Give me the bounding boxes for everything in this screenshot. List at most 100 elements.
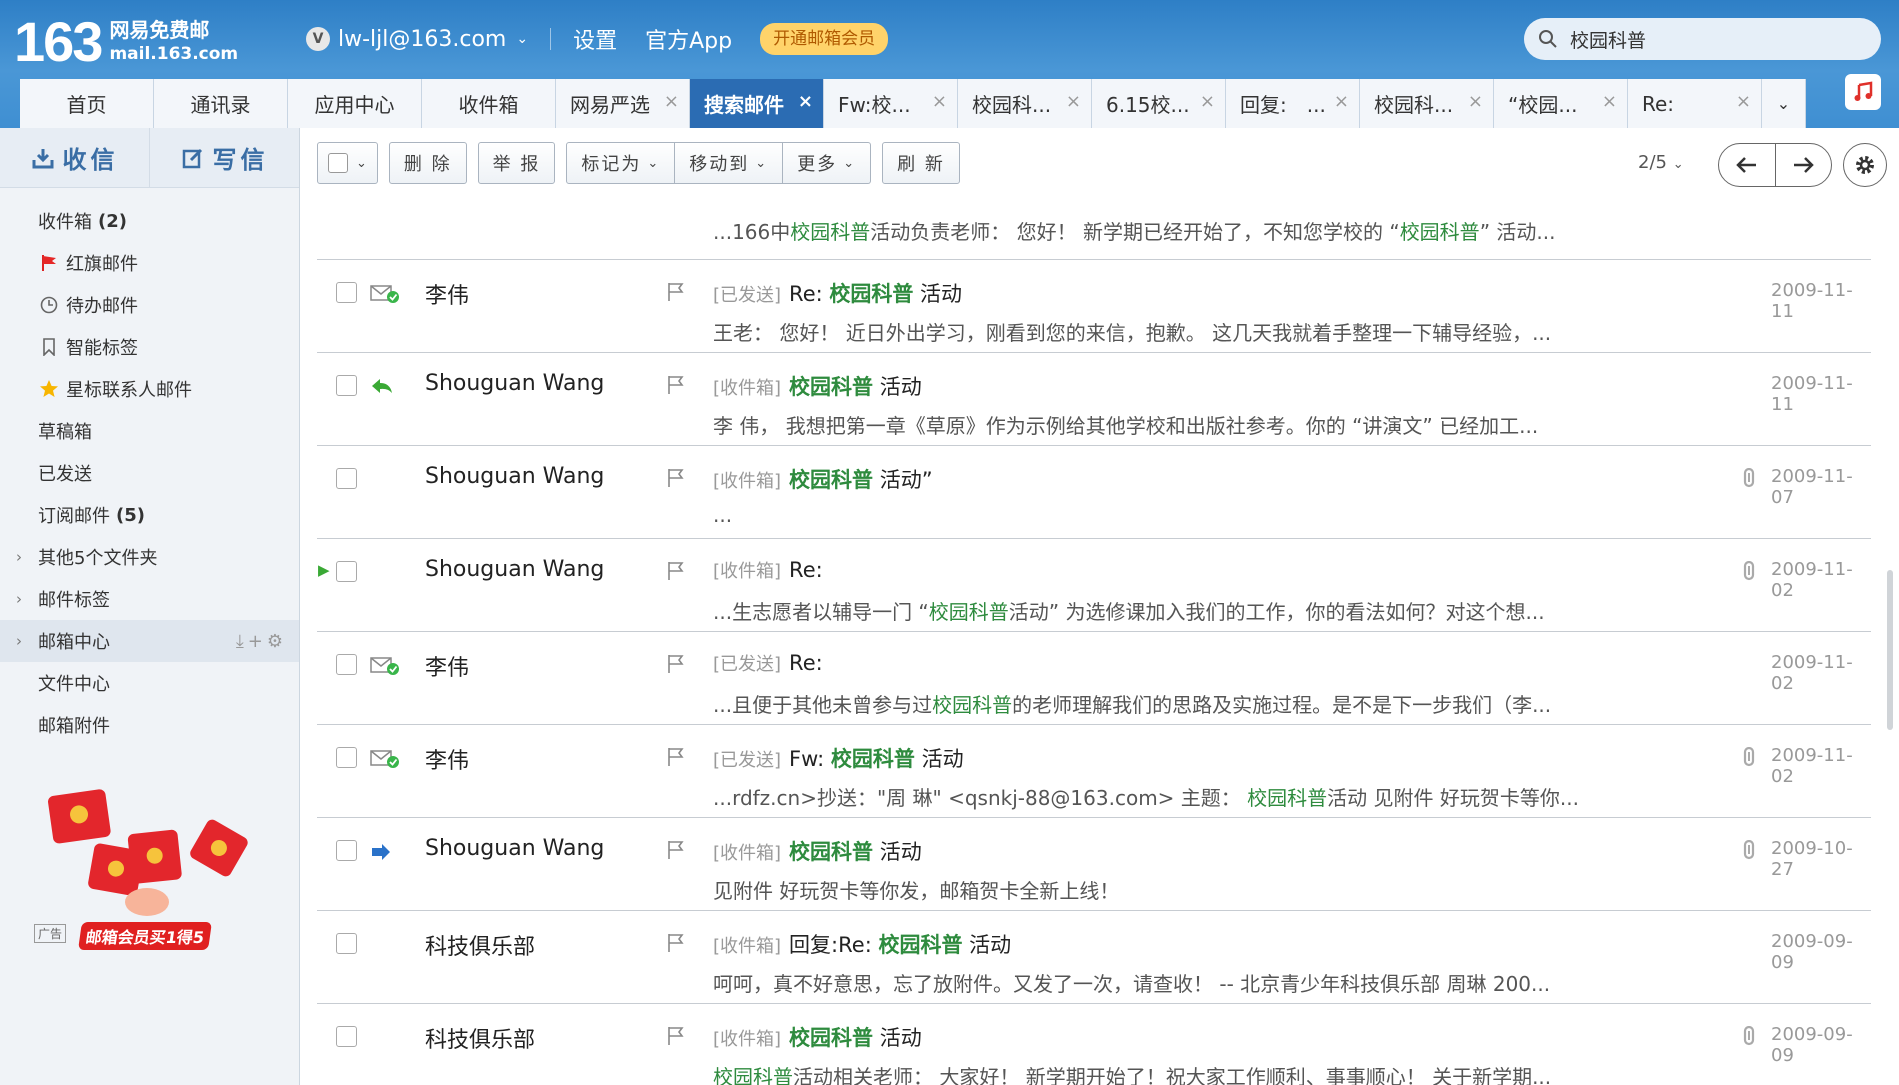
chevron-right-icon[interactable]: › <box>16 548 22 566</box>
tab-1[interactable]: 通讯录 <box>154 79 288 128</box>
tab-10[interactable]: 校园科... × <box>1360 79 1494 128</box>
close-icon[interactable]: × <box>1602 91 1617 112</box>
tab-0[interactable]: 首页 <box>20 79 154 128</box>
ad-banner[interactable] <box>32 784 262 934</box>
move-to-dropdown[interactable]: 移动到 ⌄ <box>675 142 784 184</box>
tab-9[interactable]: 回复: ... × <box>1226 79 1360 128</box>
email-row[interactable]: Shouguan Wang [收件箱] 校园科普 活动李 伟， 我想把第一章《草原》… <box>317 353 1871 446</box>
email-row[interactable]: Shouguan Wang [收件箱] 校园科普 活动 见附件 好玩贺卡等你发，邮箱贺… <box>317 818 1871 911</box>
prev-page-button[interactable] <box>1719 144 1775 186</box>
email-row[interactable]: 李伟 [已发送] Re: ...且便于其他未曾参与过校园科普的老师理解我们的思路及实施… <box>317 632 1871 725</box>
close-icon[interactable]: × <box>1334 91 1349 112</box>
close-icon[interactable]: × <box>932 91 947 112</box>
email-row[interactable]: Shouguan Wang [收件箱] 校园科普 活动”... 2009-11-07 <box>317 446 1871 539</box>
sidebar-folder-3[interactable]: 智能标签 <box>0 326 299 368</box>
tab-8[interactable]: 6.15校... × <box>1092 79 1226 128</box>
email-subject: [收件箱] 校园科普 活动 <box>713 375 922 399</box>
folder-tools[interactable]: ⤓+⚙ <box>236 631 287 652</box>
email-checkbox[interactable] <box>336 933 357 954</box>
flag-icon[interactable] <box>667 747 685 771</box>
chevron-down-icon[interactable]: ⌄ <box>516 31 528 47</box>
settings-link[interactable]: 设置 <box>573 23 617 55</box>
email-row[interactable]: 李伟 [已发送] Fw: 校园科普 活动 ...rdfz.cn>抄送："周 琳" <q… <box>317 725 1871 818</box>
tab-12[interactable]: Re: × <box>1628 79 1762 128</box>
reply-icon <box>370 377 402 397</box>
email-checkbox[interactable] <box>336 561 357 582</box>
sidebar-folder-9[interactable]: › 邮件标签 <box>0 578 299 620</box>
sidebar-folder-8[interactable]: › 其他5个文件夹 <box>0 536 299 578</box>
expand-arrow-icon[interactable]: ▶ <box>318 561 330 579</box>
account-email[interactable]: lw-ljl@163.com <box>338 27 506 52</box>
receive-button[interactable]: 收信 <box>0 128 149 187</box>
email-checkbox[interactable] <box>336 654 357 675</box>
official-app-link[interactable]: 官方App <box>645 23 732 55</box>
page-selector[interactable]: 2/5 ⌄ <box>1638 152 1684 173</box>
flag-icon[interactable] <box>667 375 685 399</box>
email-checkbox[interactable] <box>336 747 357 768</box>
email-row[interactable]: 科技俱乐部 [收件箱] 校园科普 活动 校园科普活动相关老师： 大家好！ 新学期开始了… <box>317 1004 1871 1085</box>
close-icon[interactable]: × <box>664 91 679 112</box>
sidebar-folder-1[interactable]: 红旗邮件 <box>0 242 299 284</box>
select-all-checkbox[interactable] <box>328 153 348 173</box>
close-icon[interactable]: × <box>1066 91 1081 112</box>
email-row[interactable]: 科技俱乐部 [收件箱] 回复:Re: 校园科普 活动 呵呵，真不好意思，忘了放附件。又… <box>317 911 1871 1004</box>
settings-button[interactable] <box>1843 143 1887 187</box>
flag-icon[interactable] <box>667 654 685 678</box>
sidebar-folder-6[interactable]: 已发送 <box>0 452 299 494</box>
email-row[interactable]: 李伟 [已发送] Re: 校园科普 活动 王老： 您好！ 近日外出学习，刚看到您的来信… <box>317 260 1871 353</box>
close-icon[interactable]: × <box>798 91 813 112</box>
search-box[interactable]: 校园科普 <box>1524 18 1881 60</box>
close-icon[interactable]: × <box>1736 91 1751 112</box>
mark-as-dropdown[interactable]: 标记为 ⌄ <box>566 142 676 184</box>
email-checkbox[interactable] <box>336 282 357 303</box>
search-input[interactable]: 校园科普 <box>1570 26 1646 53</box>
music-icon[interactable] <box>1845 74 1881 110</box>
tab-5[interactable]: 搜索邮件 × <box>690 79 824 128</box>
email-checkbox[interactable] <box>336 468 357 489</box>
ad-text[interactable]: 邮箱会员买1得5 <box>78 922 213 950</box>
email-checkbox[interactable] <box>336 840 357 861</box>
sidebar-folder-0[interactable]: 收件箱 (2) <box>0 200 299 242</box>
delete-button[interactable]: 删 除 <box>388 142 467 184</box>
email-checkbox[interactable] <box>336 375 357 396</box>
refresh-button[interactable]: 刷 新 <box>882 142 960 184</box>
tab-7[interactable]: 校园科... × <box>958 79 1092 128</box>
sidebar-folder-10[interactable]: › 邮箱中心 ⤓+⚙ <box>0 620 299 662</box>
sidebar-folder-2[interactable]: 待办邮件 <box>0 284 299 326</box>
report-button[interactable]: 举 报 <box>477 142 556 184</box>
tab-overflow-button[interactable]: ⌄ <box>1762 79 1806 128</box>
email-row-partial[interactable]: ...166中校园科普活动负责老师： 您好！ 新学期已经开始了，不知您学校的 “… <box>317 198 1871 260</box>
flag-icon[interactable] <box>667 561 685 585</box>
compose-button[interactable]: 写信 <box>149 128 299 187</box>
sidebar-folder-12[interactable]: 邮箱附件 <box>0 704 299 746</box>
tab-2[interactable]: 应用中心 <box>288 79 422 128</box>
chevron-right-icon[interactable]: › <box>16 590 22 608</box>
sidebar-folder-4[interactable]: 星标联系人邮件 <box>0 368 299 410</box>
flag-icon[interactable] <box>667 468 685 492</box>
vip-upgrade-button[interactable]: 开通邮箱会员 <box>760 23 889 55</box>
flag-icon[interactable] <box>667 933 685 957</box>
close-icon[interactable]: × <box>1200 91 1215 112</box>
select-all-dropdown[interactable]: ⌄ <box>317 142 378 184</box>
tab-6[interactable]: Fw:校... × <box>824 79 958 128</box>
sidebar-folder-5[interactable]: 草稿箱 <box>0 410 299 452</box>
logo[interactable]: 163 网易免费邮 mail.163.com <box>14 14 238 70</box>
email-row[interactable]: ▶ Shouguan Wang [收件箱] Re: ...生志愿者以辅导一门 “校园科普… <box>317 539 1871 632</box>
flag-icon[interactable] <box>667 282 685 306</box>
sidebar-folder-11[interactable]: 文件中心 <box>0 662 299 704</box>
flag-icon[interactable] <box>667 840 685 864</box>
flag-icon[interactable] <box>667 1026 685 1050</box>
more-dropdown[interactable]: 更多 ⌄ <box>783 142 872 184</box>
folder-tag: [收件箱] <box>713 1029 782 1050</box>
next-page-button[interactable] <box>1774 144 1832 186</box>
email-checkbox[interactable] <box>336 1026 357 1047</box>
chevron-down-icon: ⌄ <box>356 155 367 171</box>
email-list: ...166中校园科普活动负责老师： 您好！ 新学期已经开始了，不知您学校的 “… <box>317 198 1871 1085</box>
scrollbar[interactable] <box>1887 570 1893 730</box>
chevron-right-icon[interactable]: › <box>16 632 22 650</box>
close-icon[interactable]: × <box>1468 91 1483 112</box>
tab-11[interactable]: “校园... × <box>1494 79 1628 128</box>
tab-4[interactable]: 网易严选 × <box>556 79 690 128</box>
sidebar-folder-7[interactable]: 订阅邮件 (5) <box>0 494 299 536</box>
tab-3[interactable]: 收件箱 <box>422 79 556 128</box>
